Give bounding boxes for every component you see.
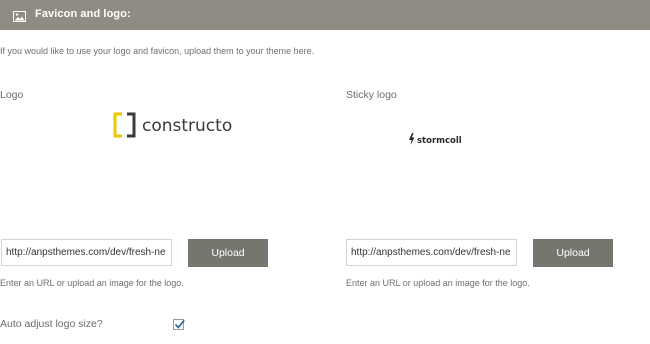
logo-preview: constructo xyxy=(113,112,237,138)
sticky-logo-preview: stormcoll xyxy=(408,132,463,146)
image-icon xyxy=(13,9,26,22)
sticky-brand-text: stormcoll xyxy=(417,136,462,146)
section-header: Favicon and logo: xyxy=(0,0,650,30)
logo-upload-button[interactable]: Upload xyxy=(188,239,268,267)
sticky-logo-upload-button[interactable]: Upload xyxy=(533,239,613,267)
sticky-logo-label: Sticky logo xyxy=(346,89,397,101)
intro-text: If you would like to use your logo and f… xyxy=(0,46,315,56)
checkmark-icon xyxy=(174,319,185,329)
section-title: Favicon and logo: xyxy=(35,8,131,20)
logo-url-input[interactable] xyxy=(1,239,172,266)
logo-label: Logo xyxy=(0,89,24,101)
auto-adjust-checkbox[interactable] xyxy=(173,319,185,330)
logo-brand-text: constructo xyxy=(142,116,232,136)
auto-adjust-label: Auto adjust logo size? xyxy=(0,318,103,330)
sticky-logo-url-input[interactable] xyxy=(346,239,517,266)
logo-hint: Enter an URL or upload an image for the … xyxy=(0,278,184,288)
sticky-logo-hint: Enter an URL or upload an image for the … xyxy=(346,278,530,288)
